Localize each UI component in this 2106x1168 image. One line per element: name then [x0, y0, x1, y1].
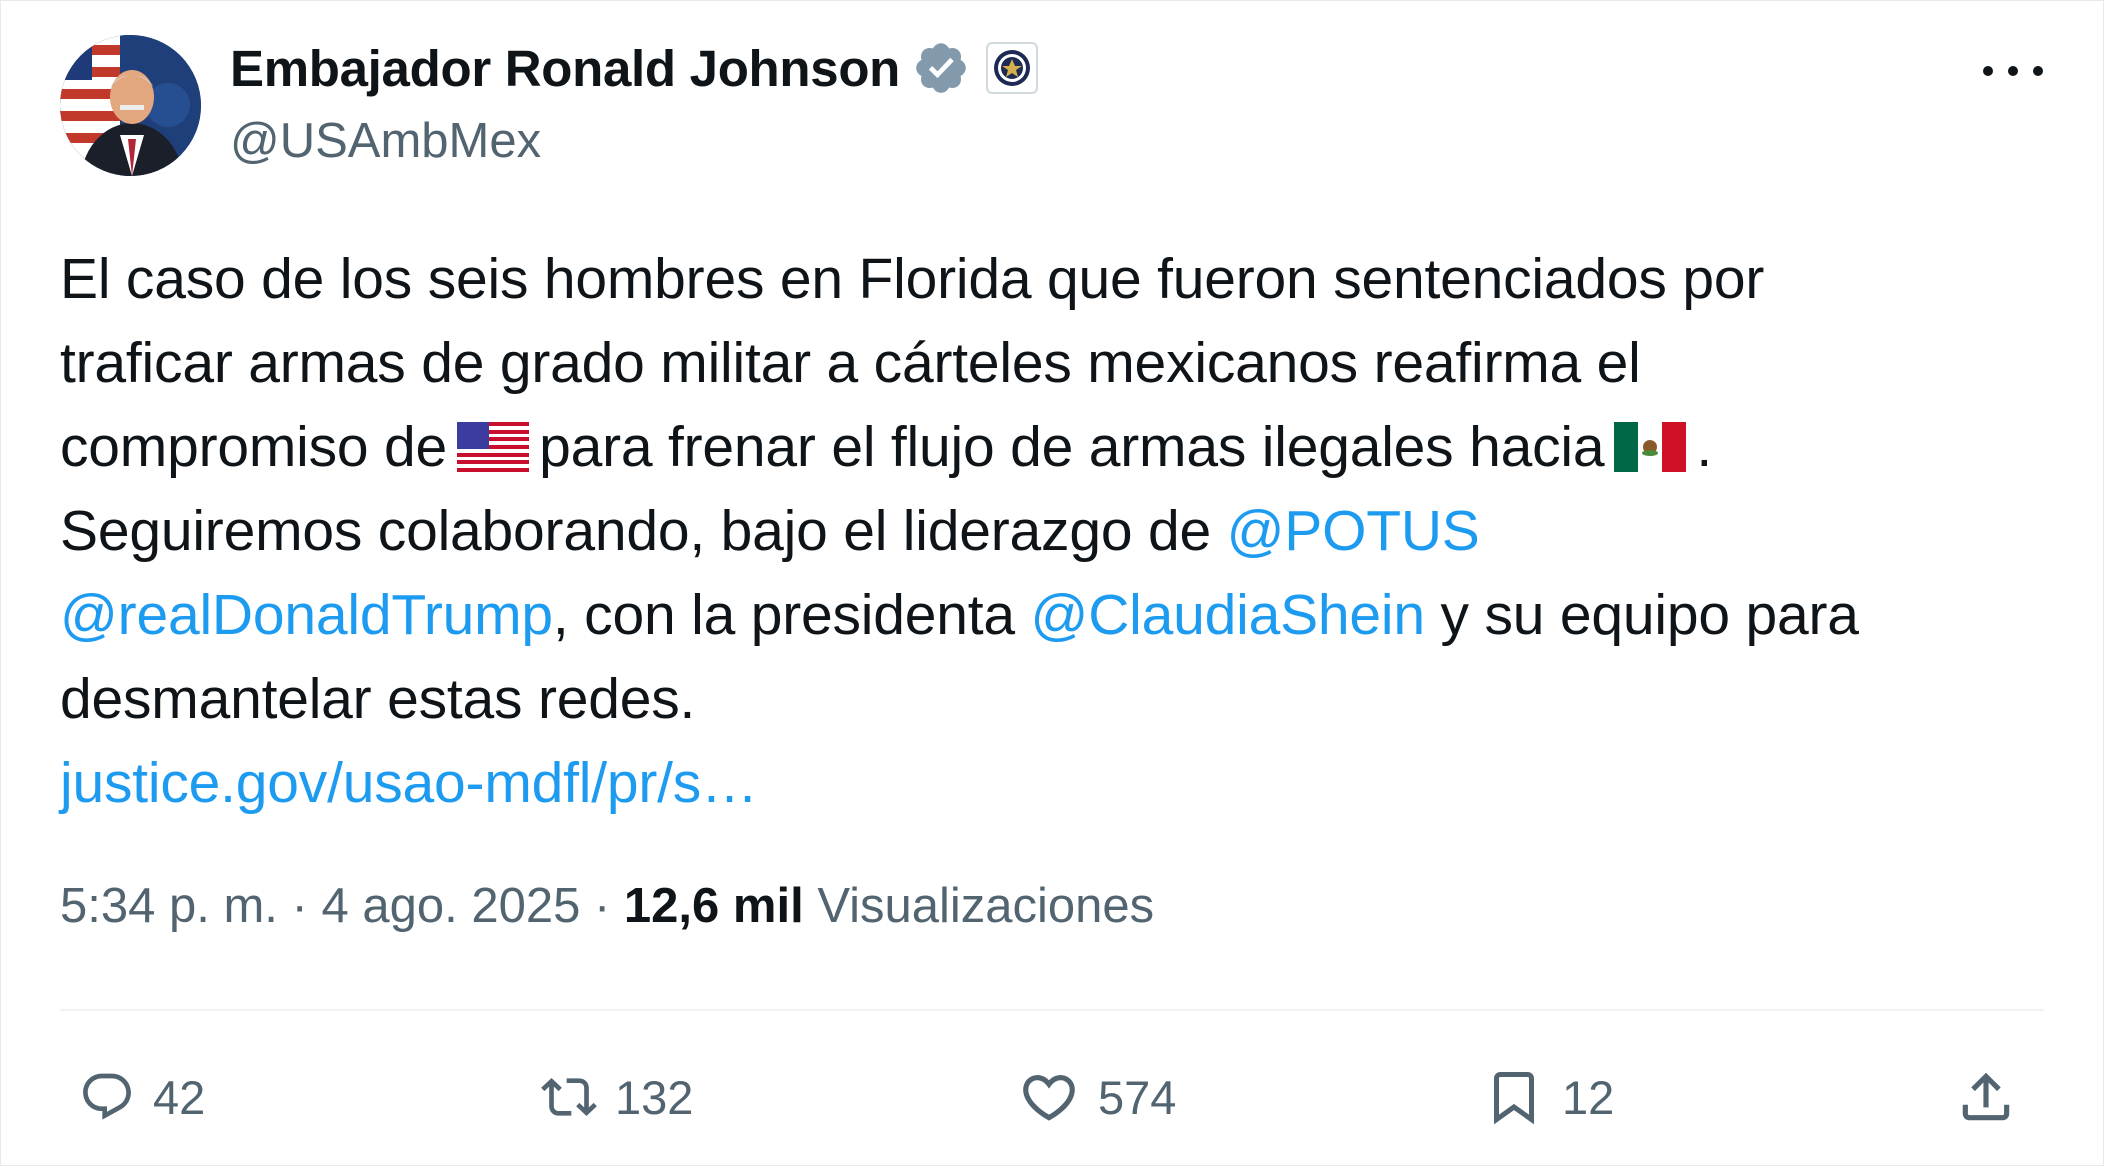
tweet-metadata: 5:34 p. m. · 4 ago. 2025 · 12,6 mil Visu…: [60, 878, 1154, 934]
repost-button[interactable]: 132: [541, 1057, 693, 1137]
views-label[interactable]: Visualizaciones: [817, 879, 1154, 933]
tweet-text-segment: compromiso de: [60, 415, 448, 479]
state-department-seal-icon[interactable]: [986, 42, 1039, 94]
mention-link[interactable]: @ClaudiaShein: [1031, 583, 1426, 647]
us-flag-emoji-icon: [457, 411, 530, 495]
repost-icon: [541, 1078, 597, 1116]
author-handle[interactable]: @USAmbMex: [230, 113, 541, 169]
tweet-text-segment: para frenar el flujo de armas ilegales h…: [539, 415, 1605, 479]
heart-icon: [1023, 1075, 1075, 1121]
more-options-icon[interactable]: [1983, 51, 2043, 91]
post-time-link[interactable]: 5:34 p. m.: [60, 879, 278, 933]
repost-count: 132: [615, 1070, 694, 1124]
bookmark-icon: [1494, 1072, 1534, 1125]
tweet-text-segment: El caso de los seis hombres en Florida q…: [60, 247, 1765, 311]
tweet-line: justice.gov/usao-mdfl/pr/s…: [60, 741, 2050, 825]
bookmark-count: 12: [1562, 1070, 1615, 1124]
external-url-link[interactable]: justice.gov/usao-mdfl/pr/s…: [60, 751, 758, 815]
tweet-text-segment: .: [1696, 415, 1712, 479]
share-button[interactable]: [1955, 1057, 2017, 1137]
tweet-line: traficar armas de grado militar a cártel…: [60, 321, 2050, 405]
tweet-line: @realDonaldTrump, con la presidenta @Cla…: [60, 573, 2050, 657]
mention-link[interactable]: @realDonaldTrump: [60, 583, 553, 647]
tweet-text-segment: , con la presidenta: [552, 583, 1015, 647]
reply-count: 42: [153, 1070, 206, 1124]
reply-button[interactable]: 42: [79, 1057, 205, 1137]
like-button[interactable]: 574: [1018, 1057, 1176, 1137]
reply-icon: [83, 1073, 131, 1120]
tweet-line: desmantelar estas redes.: [60, 657, 2050, 741]
meta-separator: ·: [291, 879, 308, 933]
bookmark-button[interactable]: 12: [1484, 1057, 1614, 1137]
views-count[interactable]: 12,6 mil: [624, 879, 804, 933]
verified-badge-icon[interactable]: [912, 39, 970, 97]
mention-link[interactable]: @POTUS: [1227, 499, 1480, 563]
like-count: 574: [1098, 1070, 1177, 1124]
tweet-text-segment: y su equipo para: [1440, 583, 1859, 647]
author-display-name[interactable]: Embajador Ronald Johnson: [230, 39, 900, 98]
tweet-line: compromiso de para frenar el flujo de arm…: [60, 405, 2050, 489]
mexico-flag-emoji-icon: [1614, 411, 1687, 495]
tweet-text-segment: Seguiremos colaborando, bajo el liderazg…: [60, 499, 1211, 563]
author-name-row: Embajador Ronald Johnson: [230, 37, 1039, 99]
meta-separator: ·: [593, 879, 611, 933]
author-avatar[interactable]: [60, 35, 201, 176]
post-date-link[interactable]: 4 ago. 2025: [321, 879, 580, 933]
share-icon: [1962, 1072, 2010, 1121]
tweet-line: Seguiremos colaborando, bajo el liderazg…: [60, 489, 2050, 573]
tweet-text-segment: desmantelar estas redes.: [60, 667, 696, 731]
tweet-line: El caso de los seis hombres en Florida q…: [60, 237, 2050, 321]
tweet-card: Embajador Ronald Johnson @USAmbMex El ca…: [0, 0, 2104, 1166]
tweet-text-segment: traficar armas de grado militar a cártel…: [60, 331, 1641, 395]
divider: [60, 1009, 2044, 1011]
tweet-text: El caso de los seis hombres en Florida q…: [60, 237, 2050, 825]
